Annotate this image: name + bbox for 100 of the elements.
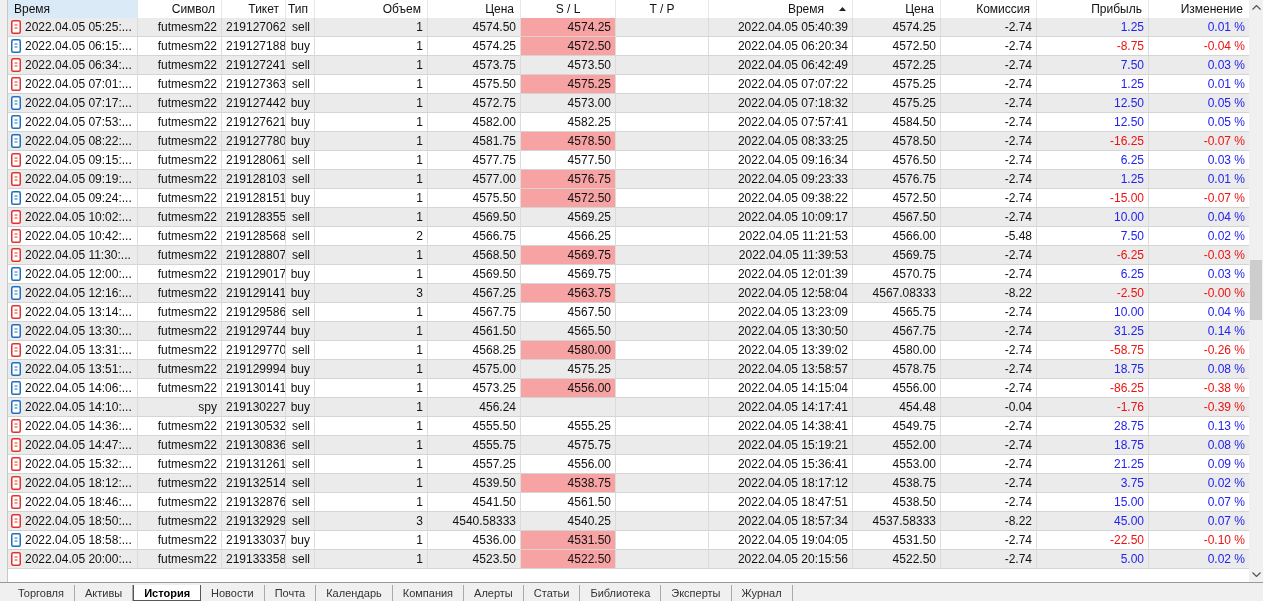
table-cell: 4538.75 [521,474,616,493]
table-cell: 2022.04.05 07:57:41 [709,113,853,132]
panel-tab[interactable]: Компания [392,585,465,601]
table-cell: 3 [315,512,428,531]
table-cell: -2.74 [941,493,1037,512]
table-cell: 2022.04.05 14:17:41 [709,398,853,417]
table-cell: 1 [315,18,428,37]
panel-tab[interactable]: Новости [201,585,265,601]
table-cell: 2022.04.05 18:47:51 [709,493,853,512]
table-cell: 4568.25 [428,341,521,360]
table-cell: 1 [315,303,428,322]
panel-tab[interactable]: Журнал [731,585,793,601]
panel-tab[interactable]: Библиотека [580,585,662,601]
vertical-scrollbar[interactable] [1249,0,1263,582]
table-cell: 1 [315,436,428,455]
table-cell: -0.39 % [1149,398,1250,417]
table-cell: 219128355 [222,208,286,227]
table-cell: 31.25 [1037,322,1149,341]
table-cell: 1 [315,170,428,189]
table-cell: 2022.04.05 15:36:41 [709,455,853,474]
table-cell: 4574.25 [853,18,941,37]
table-cell: 45.00 [1037,512,1149,531]
table-cell: 3.75 [1037,474,1149,493]
table-cell: 456.24 [428,398,521,417]
table-cell: 219128807 [222,246,286,265]
table-cell: 4555.25 [521,417,616,436]
order-document-icon [11,343,21,357]
table-cell: 4572.50 [521,37,616,56]
column-header[interactable]: Тип [286,0,315,18]
table-cell: 10.00 [1037,303,1149,322]
table-cell: 2022.04.05 10:02:... [8,208,138,227]
table-cell: 4573.50 [521,56,616,75]
table-cell: 219128151 [222,189,286,208]
table-cell: -0.04 [941,398,1037,417]
table-cell: -0.03 % [1149,246,1250,265]
panel-tab[interactable]: Алерты [464,585,524,601]
table-cell: 7.50 [1037,56,1149,75]
panel-tab[interactable]: Эксперты [661,585,732,601]
table-cell: 4581.75 [428,132,521,151]
table-cell: -2.74 [941,436,1037,455]
table-cell: -8.75 [1037,37,1149,56]
table-cell: futmesm22 [138,132,222,151]
table-cell: 2022.04.05 09:23:33 [709,170,853,189]
table-cell: 4569.50 [428,208,521,227]
table-cell: 4575.75 [521,436,616,455]
table-cell: 4567.08333 [853,284,941,303]
table-cell: -16.25 [1037,132,1149,151]
table-cell: 4523.50 [428,550,521,569]
table-cell: 219127442 [222,94,286,113]
table-cell: futmesm22 [138,94,222,113]
table-cell: 219127363 [222,75,286,94]
table-cell: sell [286,151,315,170]
order-document-icon [11,39,21,53]
table-cell: 2022.04.05 12:16:... [8,284,138,303]
order-document-icon [11,20,21,34]
scrollbar-thumb[interactable] [1250,260,1262,320]
table-cell: buy [286,94,315,113]
order-document-icon [11,172,21,186]
table-cell: 4569.75 [521,246,616,265]
order-document-icon [11,248,21,262]
panel-tab[interactable]: История [133,585,202,601]
table-cell: 2022.04.05 14:10:... [8,398,138,417]
table-cell: 4561.50 [521,493,616,512]
table-cell: 1 [315,113,428,132]
panel-tab[interactable]: Торговля [8,585,75,601]
table-cell: buy [286,360,315,379]
order-document-icon [11,514,21,528]
table-cell: 1 [315,37,428,56]
table-cell: 2022.04.05 13:31:... [8,341,138,360]
table-cell: sell [286,227,315,246]
table-cell: 2022.04.05 06:34:... [8,56,138,75]
sort-ascending-icon [839,7,846,11]
table-cell: 4578.75 [853,360,941,379]
table-cell: futmesm22 [138,227,222,246]
panel-tab[interactable]: Календарь [316,585,393,601]
table-cell: 2022.04.05 13:51:... [8,360,138,379]
table-cell: 2022.04.05 08:33:25 [709,132,853,151]
panel-tab[interactable]: Почта [264,585,317,601]
table-cell: 4575.25 [853,75,941,94]
table-cell: 4569.25 [521,208,616,227]
table-cell: 219129017 [222,265,286,284]
table-cell: 2022.04.05 10:09:17 [709,208,853,227]
table-cell: futmesm22 [138,303,222,322]
table-cell: sell [286,550,315,569]
column-header[interactable]: Время [8,0,138,18]
table-cell: 219129586 [222,303,286,322]
table-cell: 4573.75 [428,56,521,75]
order-document-icon [11,286,21,300]
table-cell: futmesm22 [138,265,222,284]
order-document-icon [11,77,21,91]
table-cell: 21.25 [1037,455,1149,474]
table-cell: -15.00 [1037,189,1149,208]
table-cell: 4580.00 [521,341,616,360]
table-cell: -2.74 [941,94,1037,113]
table-cell: 2022.04.05 10:42:... [8,227,138,246]
table-cell: sell [286,493,315,512]
table-cell: 7.50 [1037,227,1149,246]
table-cell: 4572.50 [521,189,616,208]
table-cell: 4537.58333 [853,512,941,531]
panel-tab[interactable]: Статьи [523,585,581,601]
